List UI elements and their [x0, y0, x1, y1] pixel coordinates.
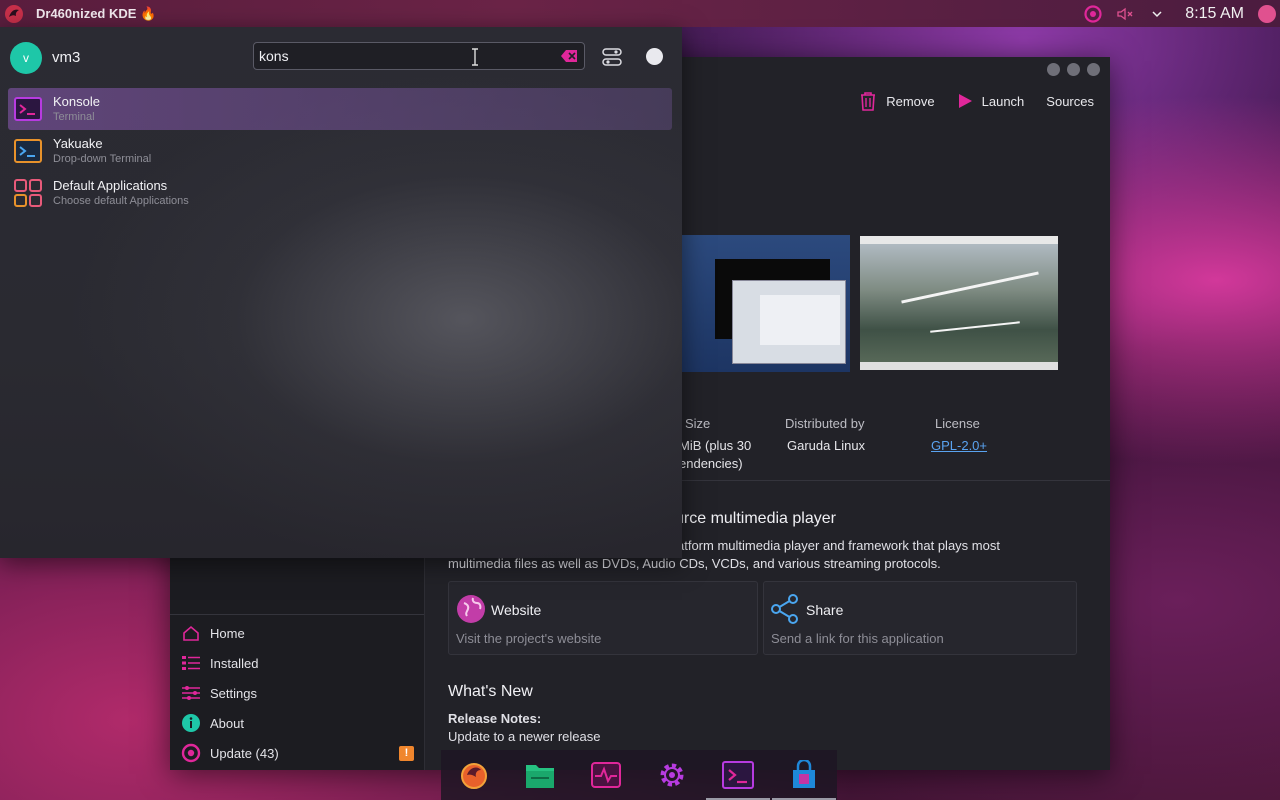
user-switcher-avatar[interactable]: [1258, 4, 1276, 23]
system-tray: 8:15 AM: [1071, 0, 1280, 27]
website-card-subtitle: Visit the project's website: [456, 631, 602, 646]
update-icon: [180, 742, 202, 764]
panel-title: Dr460nized KDE 🔥: [36, 5, 157, 21]
top-panel: Dr460nized KDE 🔥 8:15 AM: [0, 0, 1280, 27]
settings-sliders-icon: [180, 682, 202, 704]
default-apps-icon: [14, 179, 42, 207]
result-description: Terminal: [53, 111, 95, 123]
app-description-line1: atform multimedia player and framework t…: [677, 538, 1000, 553]
website-card-title: Website: [491, 602, 542, 618]
trash-icon: [861, 92, 876, 111]
result-name: Yakuake: [53, 136, 103, 151]
sidebar-item-update[interactable]: Update (43) !: [170, 738, 424, 768]
settings-gear-icon: [660, 763, 684, 787]
sidebar-nav: Home Installed Settings About Update (43…: [170, 618, 424, 768]
sidebar-item-label: About: [210, 715, 244, 731]
sidebar-item-about[interactable]: About: [170, 708, 424, 738]
share-card-subtitle: Send a link for this application: [771, 631, 944, 646]
volume-muted-icon[interactable]: [1115, 4, 1135, 24]
size-value-line1: MiB (plus 30: [679, 438, 752, 453]
website-card[interactable]: Website Visit the project's website: [448, 581, 758, 655]
size-value-line2: endencies): [679, 456, 743, 471]
sidebar-item-label: Update (43): [210, 745, 279, 761]
remove-button[interactable]: Remove: [859, 91, 935, 111]
application-launcher: v vm3 Konsole Terminal Yakuake Drop-down…: [0, 27, 682, 558]
dock-item-discover[interactable]: [772, 753, 836, 800]
chevron-down-icon[interactable]: [1147, 4, 1167, 24]
sources-button[interactable]: Sources: [1046, 94, 1094, 109]
dock-item-system-monitor[interactable]: [586, 753, 626, 797]
sidebar-item-home[interactable]: Home: [170, 618, 424, 648]
license-link[interactable]: GPL-2.0+: [931, 438, 987, 453]
garuda-update-tray-icon[interactable]: [1083, 4, 1103, 24]
sidebar-item-installed[interactable]: Installed: [170, 648, 424, 678]
sidebar-item-label: Installed: [210, 655, 259, 671]
share-icon: [771, 594, 798, 624]
installed-list-icon: [180, 652, 202, 674]
launch-button[interactable]: Launch: [957, 93, 1025, 109]
taskbar-dock: [441, 750, 837, 800]
sidebar-divider: [170, 614, 424, 615]
files-icon: [526, 765, 554, 788]
yakuake-icon: [14, 139, 42, 163]
share-card[interactable]: Share Send a link for this application: [763, 581, 1077, 655]
size-label: Size: [685, 416, 711, 431]
result-description: Drop-down Terminal: [53, 153, 152, 165]
update-warning-badge: !: [399, 745, 414, 761]
globe-icon: [457, 595, 485, 623]
sidebar-item-settings[interactable]: Settings: [170, 678, 424, 708]
sources-label: Sources: [1046, 93, 1094, 109]
search-input[interactable]: [259, 46, 549, 66]
dock-item-firedragon[interactable]: [454, 753, 494, 797]
sidebar-item-label: Settings: [210, 685, 257, 701]
whats-new-heading: What's New: [448, 683, 533, 700]
info-icon: [180, 712, 202, 734]
clear-search-icon[interactable]: [561, 49, 578, 63]
clock[interactable]: 8:15 AM: [1185, 5, 1244, 23]
text-cursor-icon: [472, 48, 478, 66]
release-notes-label: Release Notes:: [448, 711, 542, 726]
dock-item-settings[interactable]: [652, 753, 692, 797]
result-name: Konsole: [53, 94, 100, 109]
license-label: License: [935, 416, 980, 431]
garuda-logo-icon[interactable]: [4, 4, 24, 24]
launch-label: Launch: [981, 93, 1025, 109]
list-item[interactable]: Konsole Terminal: [8, 88, 672, 130]
dock-item-konsole[interactable]: [706, 753, 770, 800]
search-results: Konsole Terminal Yakuake Drop-down Termi…: [8, 88, 672, 214]
konsole-icon: [722, 761, 754, 789]
list-item[interactable]: Yakuake Drop-down Terminal: [8, 130, 672, 172]
release-notes-text: Update to a newer release: [448, 729, 601, 744]
user-name: vm3: [52, 49, 81, 66]
firedragon-icon: [461, 763, 487, 789]
remove-label: Remove: [886, 93, 935, 109]
list-item[interactable]: Default Applications Choose default Appl…: [8, 172, 672, 214]
dock-item-files[interactable]: [520, 753, 560, 797]
app-toolbar: Remove Launch Sources: [837, 91, 1094, 111]
app-headline: urce multimedia player: [675, 510, 836, 527]
share-card-title: Share: [806, 602, 844, 618]
home-icon: [180, 622, 202, 644]
play-icon: [958, 94, 972, 108]
avatar[interactable]: v: [10, 42, 42, 74]
sidebar-item-label: Home: [210, 625, 245, 641]
discover-store-icon: [793, 760, 815, 788]
search-field[interactable]: [253, 42, 585, 70]
app-screenshot-1[interactable]: [682, 235, 850, 372]
result-description: Choose default Applications: [53, 195, 189, 207]
system-monitor-icon: [591, 762, 621, 788]
distributor-value: Garuda Linux: [787, 438, 866, 453]
result-name: Default Applications: [53, 178, 168, 193]
app-screenshot-2[interactable]: [860, 236, 1058, 370]
konsole-icon: [14, 97, 42, 121]
configure-icon[interactable]: [602, 48, 622, 66]
distributor-label: Distributed by: [785, 416, 865, 431]
pin-button[interactable]: [646, 48, 663, 65]
